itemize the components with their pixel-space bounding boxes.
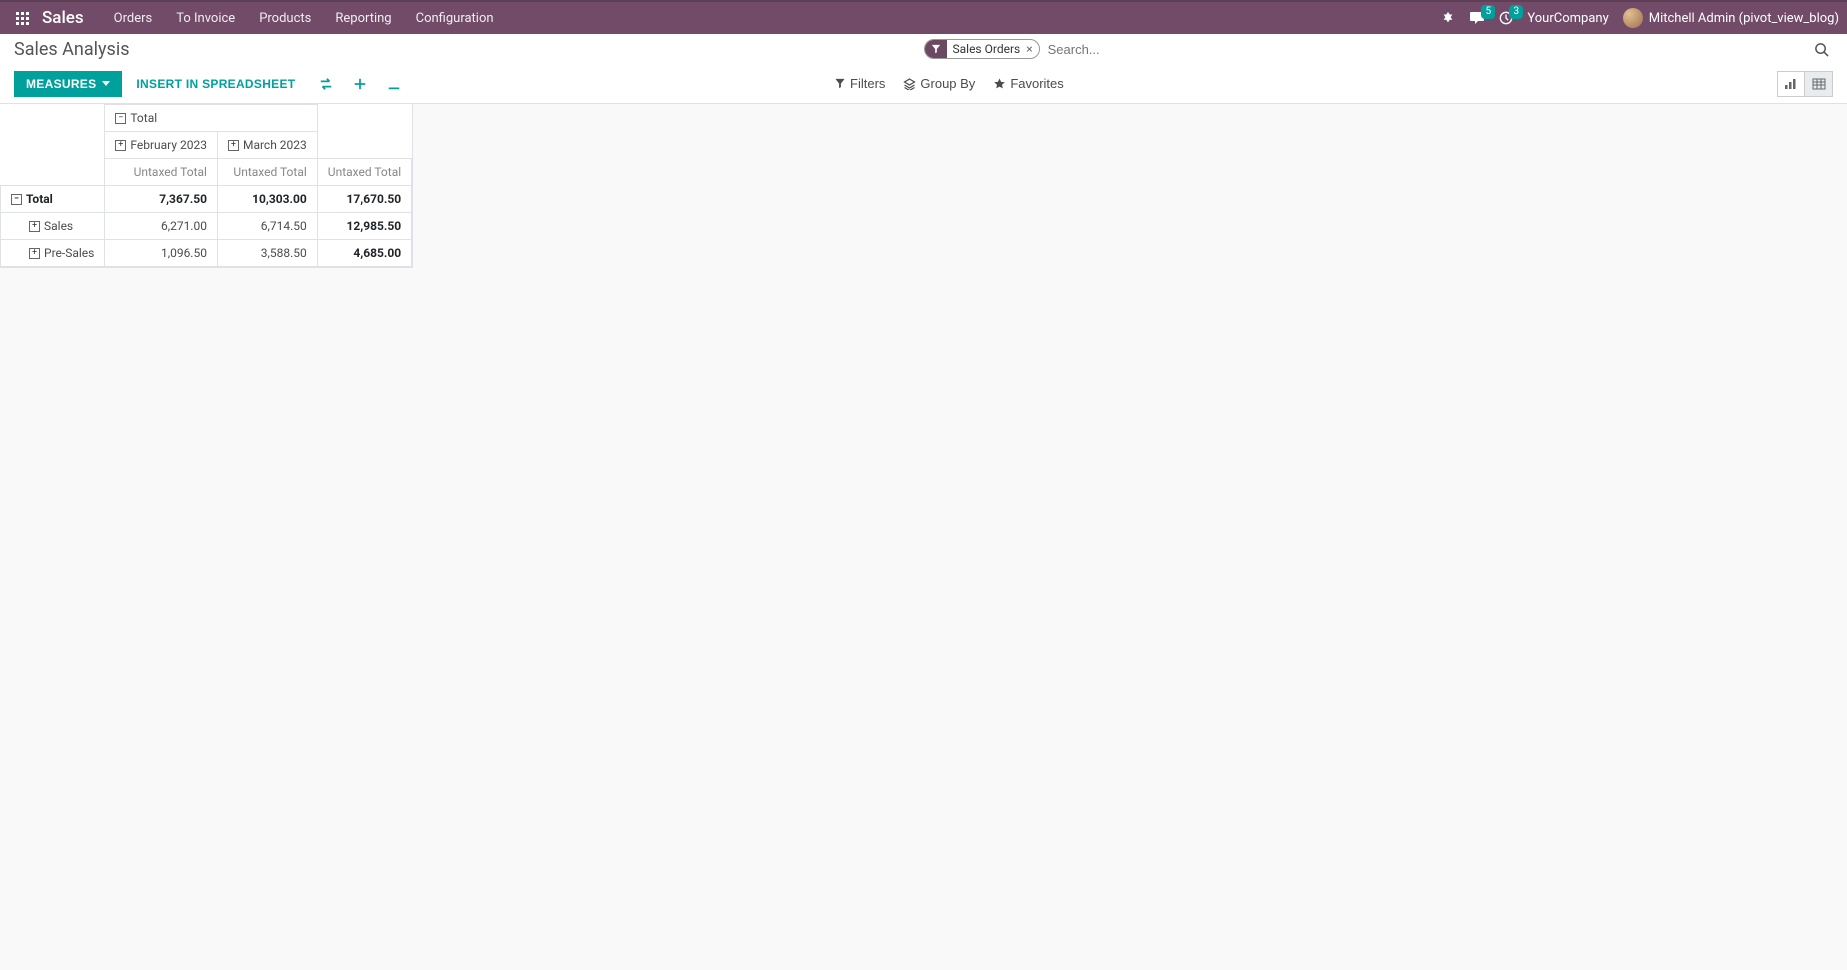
cell: 6,714.50 [217,213,317,240]
cell: 4,685.00 [317,240,411,267]
expand-icon: + [29,221,40,232]
caret-down-icon [102,81,110,86]
cell: 3,588.50 [217,240,317,267]
collapse-icon: − [11,194,22,205]
search-options: Filters Group By Favorites [794,76,1064,91]
download-icon[interactable] [377,73,411,95]
filter-icon [925,40,947,58]
expand-icon: + [115,140,126,151]
pivot-row-total: −Total 7,367.50 10,303.00 17,670.50 [1,186,412,213]
app-name[interactable]: Sales [42,8,84,28]
expand-icon: + [29,248,40,259]
groupby-label: Group By [920,76,975,91]
menu-orders[interactable]: Orders [102,1,165,35]
cell: 7,367.50 [105,186,218,213]
debug-icon[interactable] [1441,11,1455,25]
measures-button[interactable]: MEASURES [14,71,122,97]
cell: 6,271.00 [105,213,218,240]
menu-configuration[interactable]: Configuration [404,1,506,35]
filters-dropdown[interactable]: Filters [834,76,885,91]
favorites-dropdown[interactable]: Favorites [993,76,1063,91]
measure-header-1[interactable]: Untaxed Total [217,159,317,186]
row-header-presales[interactable]: +Pre-Sales [1,240,105,267]
col-header-total[interactable]: −Total [105,105,317,132]
row-header-sales[interactable]: +Sales [1,213,105,240]
measure-header-0[interactable]: Untaxed Total [105,159,218,186]
company-switcher[interactable]: YourCompany [1527,11,1608,26]
control-panel-top: Sales Analysis Sales Orders × [0,34,1847,64]
measures-label: MEASURES [26,77,96,91]
pivot-table: −Total +February 2023 +March 2023 Untaxe… [0,104,413,268]
pivot-corner [1,105,105,132]
collapse-icon: − [115,113,126,124]
menu-products[interactable]: Products [247,1,323,35]
search-facet-remove[interactable]: × [1024,42,1038,56]
measure-header-total[interactable]: Untaxed Total [317,159,411,186]
groupby-dropdown[interactable]: Group By [903,76,975,91]
top-navbar: Sales Orders To Invoice Products Reporti… [0,0,1847,34]
col-header-0[interactable]: +February 2023 [105,132,218,159]
search-input[interactable] [1040,38,1810,61]
user-menu[interactable]: Mitchell Admin (pivot_view_blog) [1623,8,1839,28]
apps-menu-icon[interactable] [8,4,36,32]
menu-to-invoice[interactable]: To Invoice [164,1,247,35]
navbar-right: 5 3 YourCompany Mitchell Admin (pivot_vi… [1441,8,1839,28]
favorites-label: Favorites [1010,76,1063,91]
search-facet: Sales Orders × [924,39,1040,59]
cell: 12,985.50 [317,213,411,240]
flip-axis-icon[interactable] [309,73,343,95]
view-switcher [1777,71,1833,97]
expand-icon: + [228,140,239,151]
pivot-blank [317,105,411,132]
graph-view-button[interactable] [1777,71,1805,97]
menu-reporting[interactable]: Reporting [323,1,403,35]
avatar-icon [1623,8,1643,28]
activities-badge: 3 [1509,5,1523,19]
pivot-view-button[interactable] [1805,71,1833,97]
pivot-row: +Pre-Sales 1,096.50 3,588.50 4,685.00 [1,240,412,267]
cell: 10,303.00 [217,186,317,213]
pivot-row: +Sales 6,271.00 6,714.50 12,985.50 [1,213,412,240]
col-header-1[interactable]: +March 2023 [217,132,317,159]
activities-icon[interactable]: 3 [1499,11,1513,25]
insert-spreadsheet-button[interactable]: INSERT IN SPREADSHEET [122,71,309,97]
user-name: Mitchell Admin (pivot_view_blog) [1649,11,1839,26]
search-facet-label: Sales Orders [947,42,1025,56]
navbar-left: Sales Orders To Invoice Products Reporti… [8,1,506,35]
search-icon[interactable] [1810,42,1833,57]
row-header-total[interactable]: −Total [1,186,105,213]
search-box[interactable]: Sales Orders × [924,38,1834,61]
page-title: Sales Analysis [14,39,924,60]
cell: 17,670.50 [317,186,411,213]
messages-badge: 5 [1481,5,1495,19]
filters-label: Filters [850,76,885,91]
control-panel-bottom: MEASURES INSERT IN SPREADSHEET Filters G… [0,64,1847,104]
messages-icon[interactable]: 5 [1469,11,1485,25]
cell: 1,096.50 [105,240,218,267]
expand-all-icon[interactable] [343,73,377,95]
